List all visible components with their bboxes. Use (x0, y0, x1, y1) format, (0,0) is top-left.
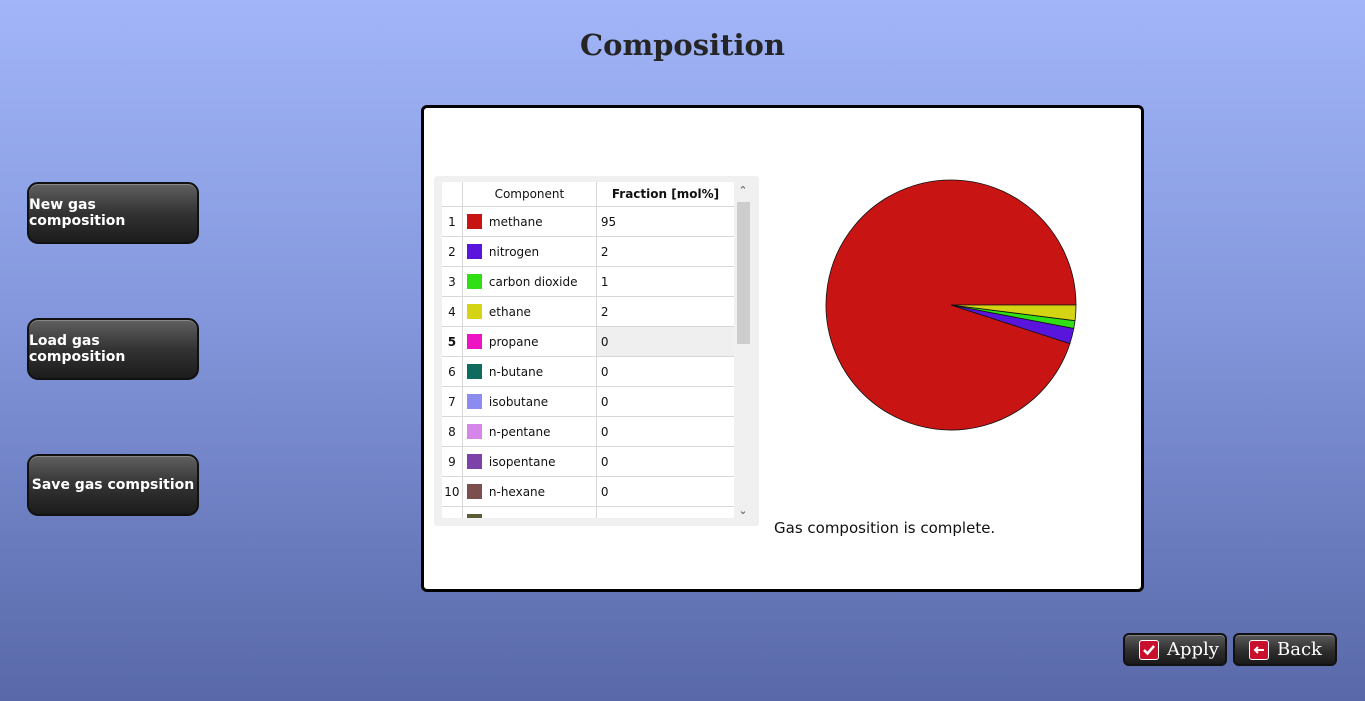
color-swatch (466, 334, 482, 349)
component-cell[interactable]: carbon dioxide (462, 266, 597, 297)
fraction-cell[interactable]: 1 (596, 266, 734, 297)
row-number: 10 (442, 476, 463, 507)
component-name: n-hexane (488, 484, 546, 499)
component-cell[interactable]: nitrogen (462, 236, 597, 267)
arrow-left-icon (1249, 639, 1269, 660)
new-gas-composition-button[interactable]: New gas composition (27, 182, 199, 244)
fraction-cell[interactable]: 0 (596, 476, 734, 507)
component-name: isobutane (488, 394, 549, 409)
fraction-cell[interactable]: 2 (596, 296, 734, 327)
color-swatch (466, 514, 482, 518)
row-number: 3 (442, 266, 463, 297)
component-cell[interactable] (462, 506, 597, 518)
row-number: 2 (442, 236, 463, 267)
fraction-cell[interactable]: 0 (596, 416, 734, 447)
fraction-cell[interactable]: 0 (596, 356, 734, 387)
row-number: 8 (442, 416, 463, 447)
table-row[interactable]: 5 propane 0 (442, 326, 734, 357)
component-name: isopentane (488, 454, 556, 469)
color-swatch (466, 244, 482, 259)
row-number: 5 (442, 326, 463, 357)
table-row[interactable]: 8 n-pentane 0 (442, 416, 734, 447)
component-cell[interactable]: isopentane (462, 446, 597, 477)
scroll-thumb[interactable] (737, 202, 750, 344)
save-gas-composition-button[interactable]: Save gas compsition (27, 454, 199, 516)
checkmark-icon (1139, 639, 1159, 660)
composition-table-viewport: Component Fraction [mol%] 1 methane 95 2 nit… (442, 182, 734, 518)
color-swatch (466, 394, 482, 409)
scroll-down-icon[interactable]: ⌄ (736, 504, 750, 518)
composition-panel: Component Fraction [mol%] 1 methane 95 2 nit… (421, 105, 1144, 592)
fraction-cell[interactable]: 0 (596, 386, 734, 417)
color-swatch (466, 214, 482, 229)
color-swatch (466, 274, 482, 289)
composition-table: Component Fraction [mol%] 1 methane 95 2 nit… (442, 182, 734, 518)
row-number: 1 (442, 206, 463, 237)
row-number (442, 506, 463, 518)
fraction-cell[interactable] (596, 506, 734, 518)
component-cell[interactable]: methane (462, 206, 597, 237)
row-number: 9 (442, 446, 463, 477)
fraction-column-header[interactable]: Fraction [mol%] (596, 182, 734, 207)
component-name: propane (488, 334, 539, 349)
component-cell[interactable]: n-hexane (462, 476, 597, 507)
page-title: Composition (580, 28, 785, 62)
table-scrollbar[interactable]: ⌃ ⌄ (736, 184, 750, 518)
component-cell[interactable]: isobutane (462, 386, 597, 417)
load-gas-composition-button[interactable]: Load gas composition (27, 318, 199, 380)
scroll-up-icon[interactable]: ⌃ (736, 184, 750, 198)
row-number-header (442, 182, 463, 207)
component-cell[interactable]: n-pentane (462, 416, 597, 447)
table-row[interactable]: 2 nitrogen 2 (442, 236, 734, 267)
table-row[interactable]: 10 n-hexane 0 (442, 476, 734, 507)
fraction-cell[interactable]: 95 (596, 206, 734, 237)
component-cell[interactable]: ethane (462, 296, 597, 327)
component-name: n-butane (488, 364, 544, 379)
table-row[interactable]: 3 carbon dioxide 1 (442, 266, 734, 297)
color-swatch (466, 454, 482, 469)
color-swatch (466, 484, 482, 499)
composition-table-container: Component Fraction [mol%] 1 methane 95 2 nit… (434, 176, 759, 526)
color-swatch (466, 424, 482, 439)
component-name: carbon dioxide (488, 274, 578, 289)
table-row[interactable]: 4 ethane 2 (442, 296, 734, 327)
table-row[interactable]: 1 methane 95 (442, 206, 734, 237)
apply-button[interactable]: Apply (1123, 633, 1227, 666)
component-column-header[interactable]: Component (462, 182, 597, 207)
color-swatch (466, 304, 482, 319)
component-name: nitrogen (488, 244, 540, 259)
component-name: n-pentane (488, 424, 551, 439)
composition-pie-chart (825, 179, 1077, 431)
row-number: 6 (442, 356, 463, 387)
component-name: methane (488, 214, 543, 229)
component-name: ethane (488, 304, 531, 319)
back-label: Back (1277, 639, 1322, 660)
row-number: 7 (442, 386, 463, 417)
back-button[interactable]: Back (1233, 633, 1337, 666)
table-row[interactable]: 6 n-butane 0 (442, 356, 734, 387)
fraction-cell[interactable]: 0 (596, 326, 734, 357)
color-swatch (466, 364, 482, 379)
row-number: 4 (442, 296, 463, 327)
status-message: Gas composition is complete. (774, 519, 996, 537)
fraction-cell[interactable]: 2 (596, 236, 734, 267)
table-row[interactable] (442, 506, 734, 518)
fraction-cell[interactable]: 0 (596, 446, 734, 477)
table-row[interactable]: 9 isopentane 0 (442, 446, 734, 477)
table-row[interactable]: 7 isobutane 0 (442, 386, 734, 417)
component-cell[interactable]: propane (462, 326, 597, 357)
apply-label: Apply (1167, 639, 1219, 660)
component-cell[interactable]: n-butane (462, 356, 597, 387)
